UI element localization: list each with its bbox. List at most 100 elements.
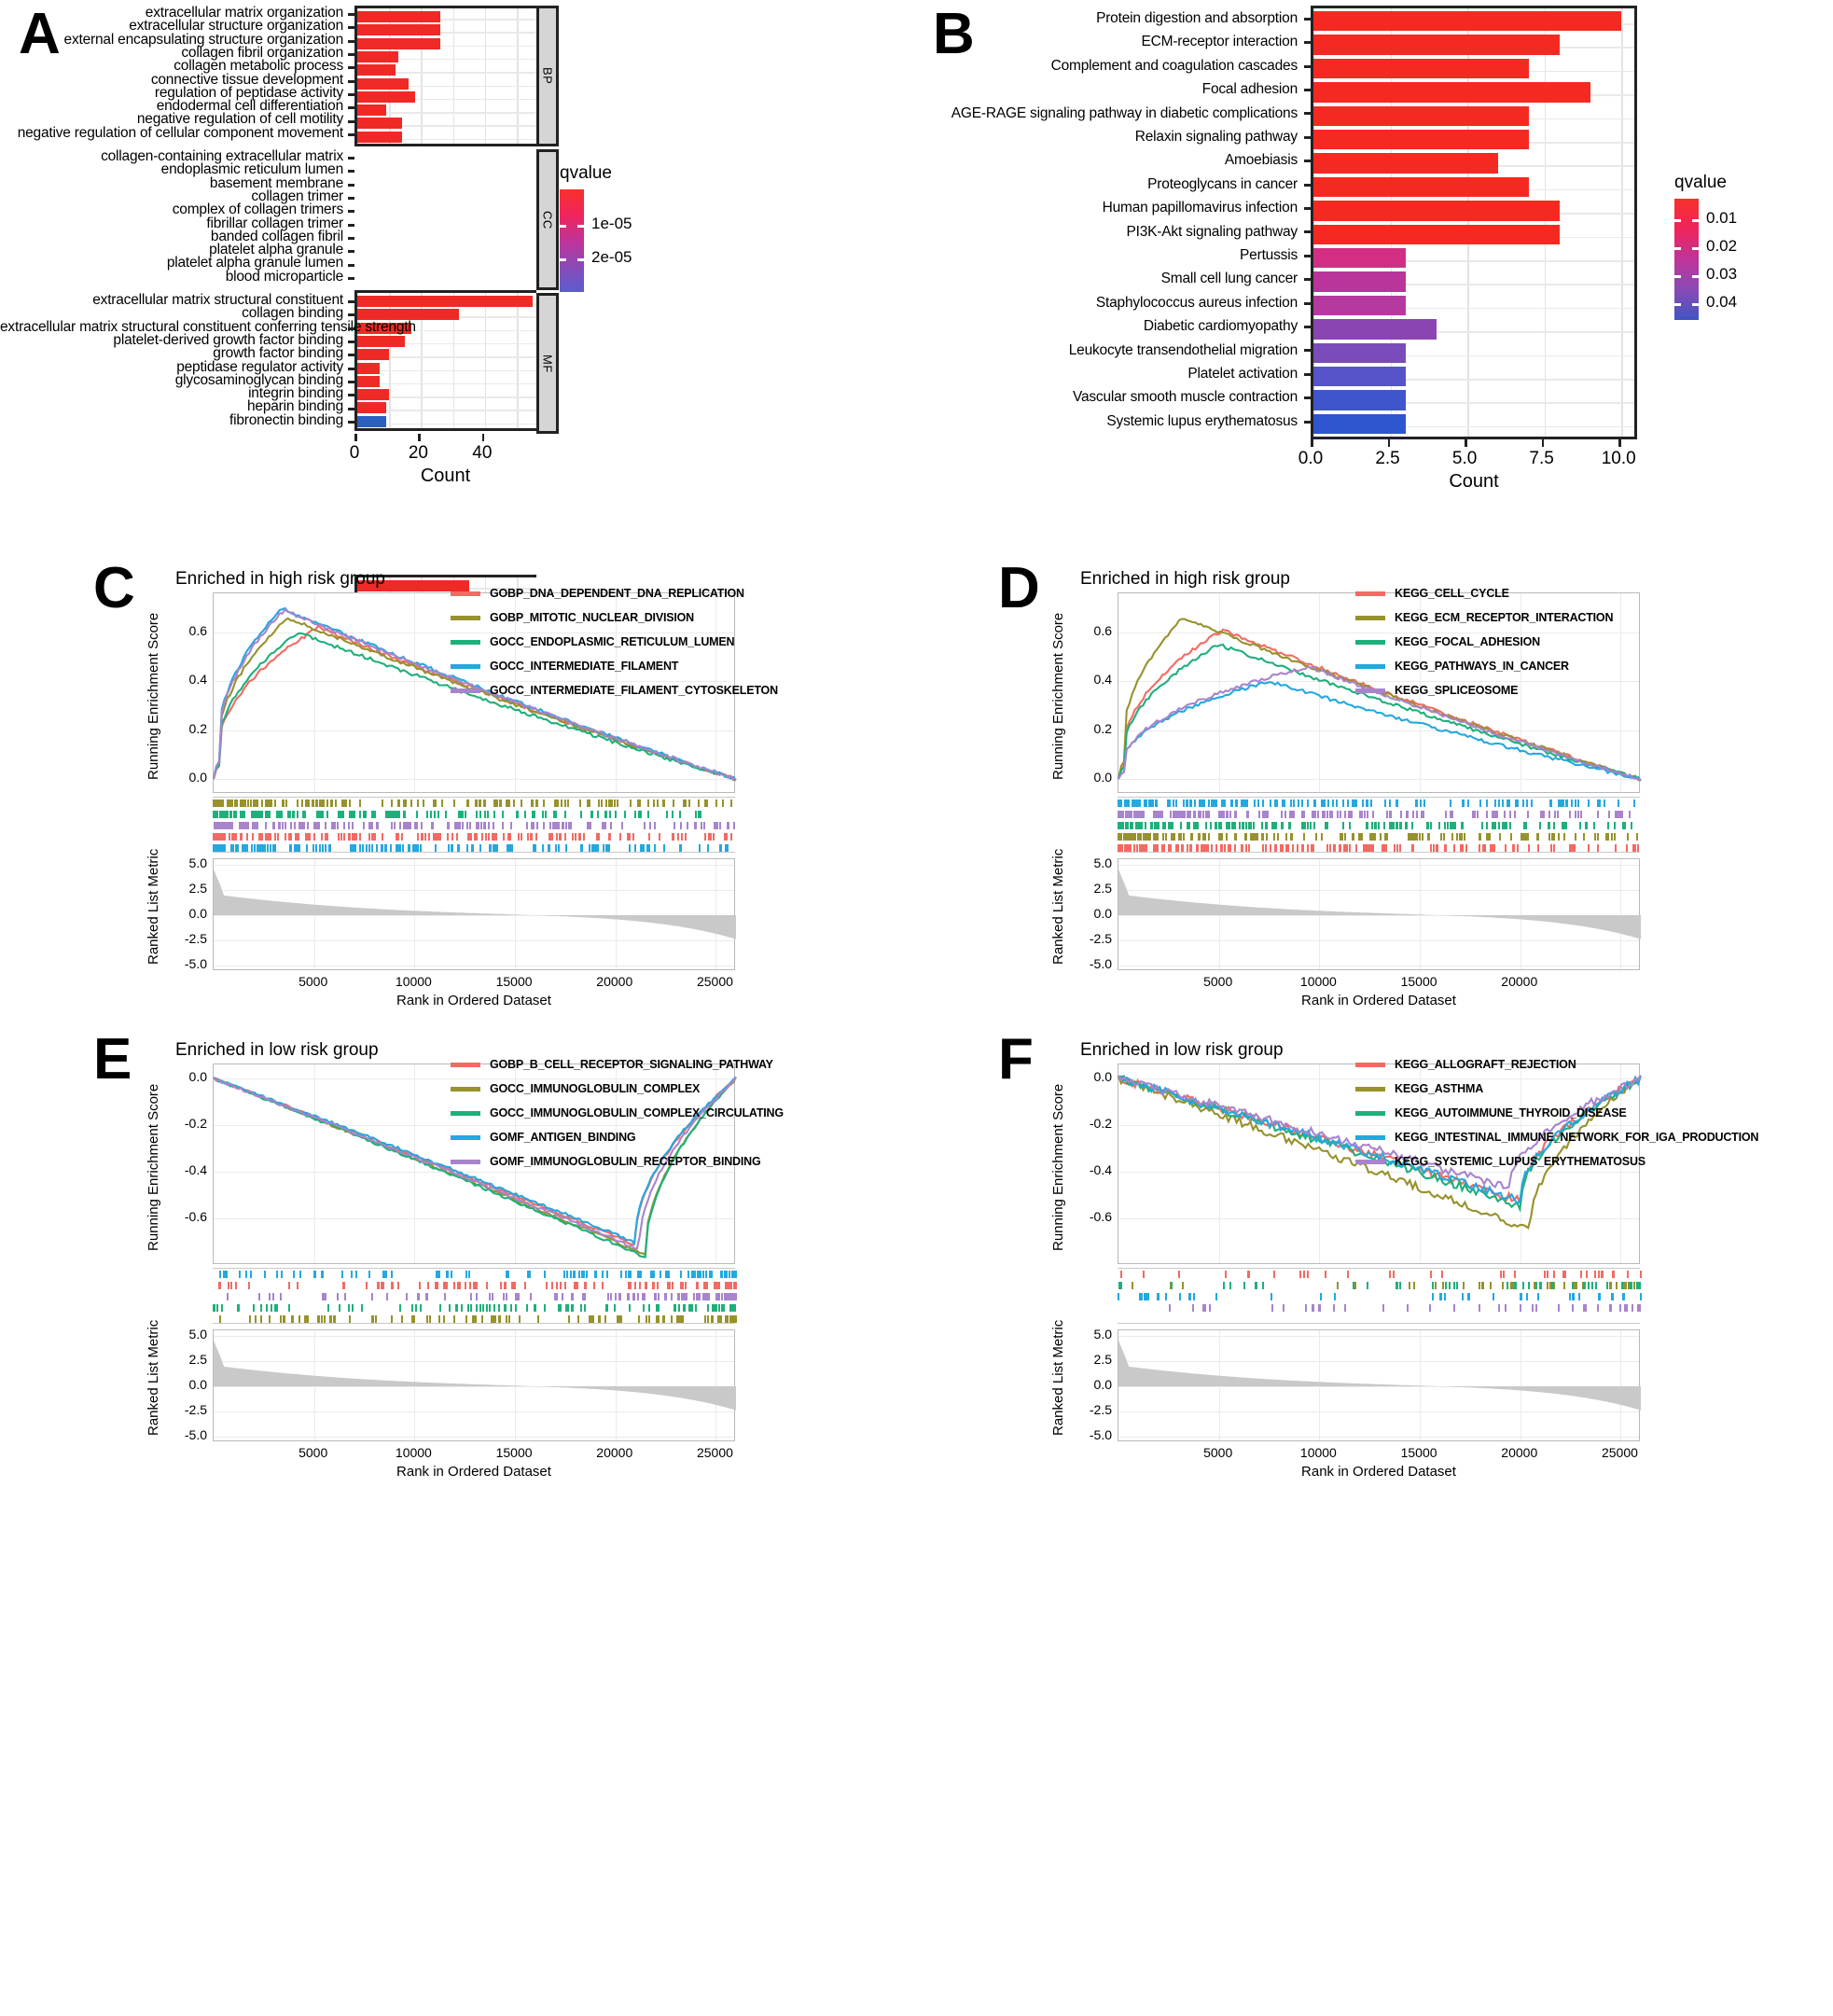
qvalue-legend-title: qvalue [1674,173,1727,192]
gene-hit-tick [1226,811,1229,818]
gene-hit-tick [1603,799,1605,807]
gene-hit-tick [726,1315,729,1323]
gene-hit-tick [254,811,257,818]
gene-hit-tick [222,822,225,829]
gene-hit-tick [1524,822,1528,829]
gene-hit-tick [235,811,238,818]
gene-hit-tick [1233,833,1236,841]
gsea-plot-title: Enriched in low risk group [175,1040,379,1060]
tick-mark-right [1692,219,1699,222]
legend-color-swatch [451,1086,480,1091]
gene-hit-tick [292,1315,295,1323]
gene-hit-tick [637,1293,640,1300]
gene-hit-tick [579,1304,582,1312]
gsea-legend-row: GOBP_MITOTIC_NUCLEAR_DIVISION [451,605,778,630]
gene-hit-tick [662,799,665,807]
facet-strip-label: MF [540,354,555,373]
gene-hit-tick [1448,1282,1451,1289]
gene-hit-tick [278,822,281,829]
gene-hit-tick [416,811,419,818]
gene-hit-tick [672,1282,674,1289]
gene-hit-tick [1284,811,1286,818]
bar-plot-area-CC [354,290,536,431]
gene-hit-tick [719,844,722,852]
gene-hit-tick [317,1315,320,1323]
gene-hit-tick [479,799,481,807]
gene-hit-tick [218,799,221,807]
gsea-legend-row: GOBP_DNA_DEPENDENT_DNA_REPLICATION [451,581,778,605]
gene-hit-tick [583,1304,586,1312]
gene-hit-tick [1343,833,1346,841]
gene-hit-tick [1398,844,1401,852]
gene-hit-tick [443,1282,446,1289]
gene-hit-tick [719,1271,722,1278]
gene-hit-tick [588,822,590,829]
legend-label: KEGG_ALLOGRAFT_REJECTION [1395,1058,1576,1071]
gene-hit-tick [1492,822,1494,829]
gene-hit-tick [1215,822,1217,829]
gene-hit-tick [1509,833,1512,841]
gene-hit-tick [1548,811,1551,818]
gene-hit-tick [627,1293,631,1300]
gene-hit-tick [1365,822,1368,829]
gene-hit-tick [1128,799,1131,807]
gene-hit-tick [258,1293,261,1300]
gene-hit-tick [397,799,400,807]
gene-hit-tick [1271,1293,1273,1300]
gene-hit-tick [1141,811,1144,818]
gene-hit-tick [434,1282,437,1289]
y-axis-tick-label: 0.4 [1093,672,1112,688]
y-axis-tick [348,39,354,43]
gene-hit-tick [1526,799,1529,807]
gene-hit-tick [1534,1282,1538,1289]
ranked-metric-area [214,869,736,939]
gene-hit-tick [1550,1282,1553,1289]
gene-hit-tick [1129,822,1132,829]
gene-hit-tick [1531,1304,1534,1312]
gene-hit-tick [240,833,243,841]
y-axis-title-enrichment: Running Enrichment Score [146,612,161,780]
gene-hit-tick [663,1315,666,1323]
gene-hit-tick [1186,844,1188,852]
gene-hit-tick [633,844,636,852]
gene-hit-tick [234,1282,237,1289]
bar [357,349,390,361]
gene-hit-tick [404,799,407,807]
gene-hit-tick [1125,811,1128,818]
x-axis-tick [1311,439,1313,448]
gene-hit-tick [1507,799,1510,807]
gene-hit-tick [1302,811,1305,818]
gene-hit-tick [588,844,590,852]
gene-hit-tick [1306,1271,1309,1278]
bar [1313,342,1407,363]
gene-hit-tick [426,1282,429,1289]
gene-hit-tick [389,844,392,852]
gene-hit-tick [483,799,486,807]
y-axis-tick-label: 0.0 [188,906,207,921]
gene-hit-tick [708,1293,711,1300]
legend-color-swatch [451,639,480,645]
gene-hit-tick [656,1315,659,1323]
gene-hit-tick [222,844,225,852]
gene-hit-tick [529,833,532,841]
gsea-legend: GOBP_DNA_DEPENDENT_DNA_REPLICATION GOBP_M… [451,581,778,702]
gene-hit-tick [1133,811,1136,818]
gene-hit-tick [359,811,362,818]
gene-hit-tick [371,1315,374,1323]
gene-hit-tick [638,811,641,818]
gene-hit-tick [289,844,292,852]
gene-hit-tick [352,822,354,829]
gene-hit-tick [1174,844,1177,852]
panel-c-gsea-plot: Enriched in high risk group 0.0 0.2 0.4 0.6 R… [140,569,914,1008]
gene-hit-tick [1348,844,1352,852]
gsea-legend-row: KEGG_SPLICEOSOME [1355,678,1613,702]
gene-hit-tick [1614,833,1617,841]
gene-hit-tick [1228,822,1230,829]
tick-mark-left [560,258,566,261]
gene-hit-tick [443,1293,446,1300]
gene-hit-tick [728,1282,730,1289]
gene-hit-tick [301,822,304,829]
gene-hit-tick [368,1271,371,1278]
gene-hit-tick [230,822,233,829]
gene-hit-tick [1143,1293,1146,1300]
